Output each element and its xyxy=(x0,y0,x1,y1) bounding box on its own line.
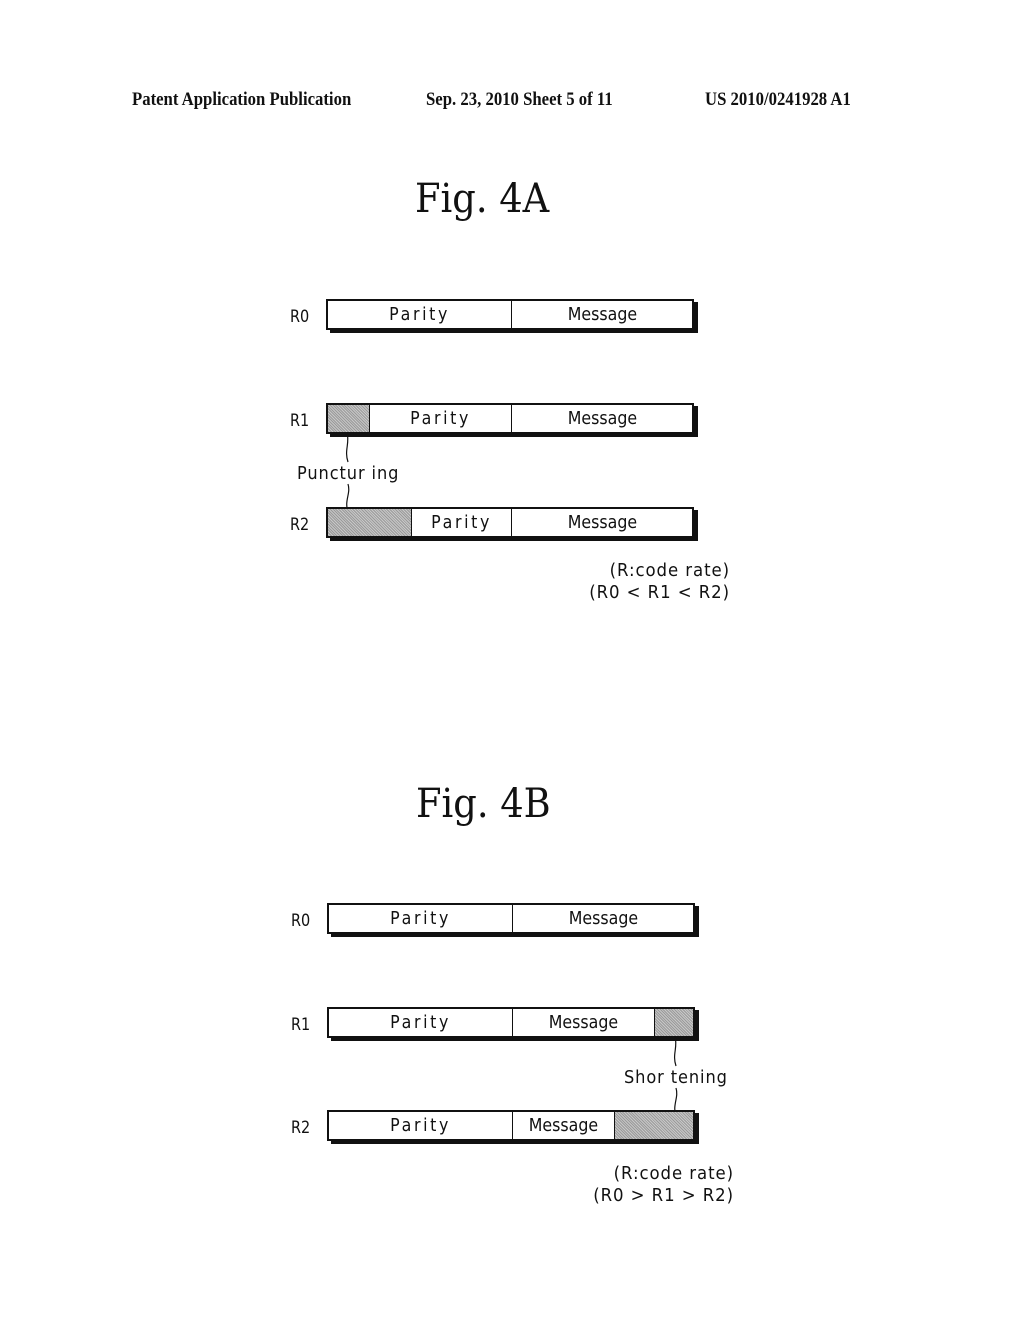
message-segment: Message xyxy=(567,304,637,325)
shortened-segment xyxy=(615,1112,693,1139)
fig4b-row-label-r1: R1 xyxy=(291,1015,311,1035)
patent-number: US 2010/0241928 A1 xyxy=(705,89,851,110)
puncturing-label: Punctur ing xyxy=(297,463,400,484)
fig4b-row-label-r2: R2 xyxy=(291,1118,311,1138)
fig4a-row-label-r0: R0 xyxy=(290,307,310,327)
fig4b-codeword-r1: Parity Message xyxy=(327,1007,695,1038)
punctured-segment xyxy=(328,509,412,536)
fig4b-codeword-r2: Parity Message xyxy=(327,1110,695,1141)
shortening-label: Shor tening xyxy=(624,1067,728,1088)
parity-segment: Parity xyxy=(370,405,512,432)
fig-4a-title: Fig. 4A xyxy=(415,176,550,222)
fig4a-row-label-r1: R1 xyxy=(290,411,310,431)
message-segment: Message xyxy=(513,1009,655,1036)
punctured-segment xyxy=(328,405,370,432)
parity-segment: Parity xyxy=(329,1112,513,1139)
message-segment: Message xyxy=(513,1112,615,1139)
parity-segment: Parity xyxy=(328,301,512,328)
date-sheet-label: Sep. 23, 2010 Sheet 5 of 11 xyxy=(426,89,613,110)
message-segment: Message xyxy=(568,908,638,929)
publication-label: Patent Application Publication xyxy=(132,89,352,110)
fig4b-row-label-r0: R0 xyxy=(291,911,311,931)
fig4b-codeword-r0: Parity Message xyxy=(327,903,695,934)
fig4a-code-rate-note: (R:code rate) (R0 < R1 < R2) xyxy=(589,560,730,604)
parity-segment: Parity xyxy=(329,1009,513,1036)
fig4a-row-label-r2: R2 xyxy=(290,515,310,535)
parity-segment: Parity xyxy=(329,905,513,932)
fig4b-code-rate-note: (R:code rate) (R0 > R1 > R2) xyxy=(593,1163,734,1207)
code-rate-definition: (R:code rate) xyxy=(613,1163,734,1184)
fig4a-codeword-r1: Parity Message xyxy=(326,403,694,434)
fig4a-codeword-r2: Parity Message xyxy=(326,507,694,538)
code-rate-relation: (R0 > R1 > R2) xyxy=(593,1185,734,1206)
code-rate-definition: (R:code rate) xyxy=(609,560,730,581)
message-segment: Message xyxy=(567,512,637,533)
fig4a-codeword-r0: Parity Message xyxy=(326,299,694,330)
parity-segment: Parity xyxy=(412,509,512,536)
fig-4b-title: Fig. 4B xyxy=(416,781,551,827)
code-rate-relation: (R0 < R1 < R2) xyxy=(589,582,730,603)
message-segment: Message xyxy=(567,408,637,429)
shortened-segment xyxy=(655,1009,693,1036)
